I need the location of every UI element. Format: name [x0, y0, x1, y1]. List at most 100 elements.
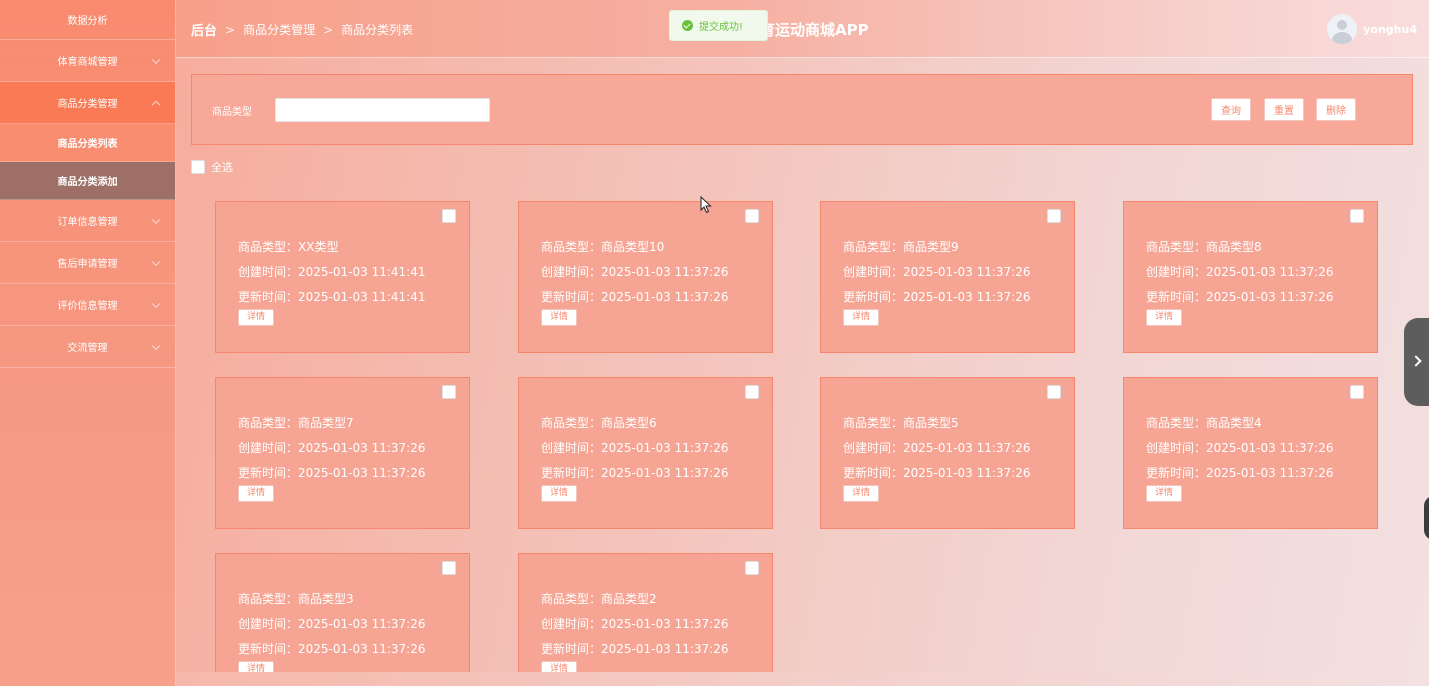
card-created-line: 创建时间：2025-01-03 11:37:26	[541, 263, 728, 280]
query-button[interactable]: 查询	[1211, 98, 1251, 121]
category-card: 商品类型：商品类型5 创建时间：2025-01-03 11:37:26 更新时间…	[820, 377, 1075, 529]
card-checkbox[interactable]	[1350, 209, 1364, 223]
card-checkbox[interactable]	[1047, 385, 1061, 399]
card-created-label: 创建时间：	[541, 441, 602, 455]
sidebar-item-label: 体育商城管理	[57, 57, 118, 68]
card-updated-line: 更新时间：2025-01-03 11:37:26	[541, 464, 728, 481]
card-type-line: 商品类型：商品类型6	[541, 414, 657, 431]
sidebar-item-label: 售后申请管理	[57, 259, 118, 270]
card-checkbox[interactable]	[1350, 385, 1364, 399]
detail-button[interactable]: 详情	[541, 309, 578, 326]
detail-button[interactable]: 详情	[1146, 309, 1183, 326]
card-checkbox[interactable]	[442, 209, 456, 223]
card-updated-label: 更新时间：	[1146, 290, 1207, 304]
card-type-value: 商品类型10	[601, 240, 665, 254]
card-created-label: 创建时间：	[541, 617, 602, 631]
select-all-checkbox[interactable]	[191, 160, 205, 174]
card-type-line: 商品类型：商品类型4	[1146, 414, 1262, 431]
card-type-value: 商品类型4	[1206, 416, 1262, 430]
header: 后台 > 商品分类管理 > 商品分类列表 育运动商城APP 提交成功! yong…	[176, 0, 1429, 58]
card-checkbox[interactable]	[745, 561, 759, 575]
edge-tab	[1424, 496, 1429, 540]
card-created-line: 创建时间：2025-01-03 11:37:26	[843, 439, 1030, 456]
card-checkbox[interactable]	[442, 561, 456, 575]
card-type-value: 商品类型8	[1206, 240, 1262, 254]
detail-button[interactable]: 详情	[843, 309, 880, 326]
card-updated-value: 2025-01-03 11:37:26	[1206, 290, 1334, 304]
breadcrumb-home[interactable]: 后台	[191, 20, 217, 39]
sidebar-subitem-category-add[interactable]: 商品分类添加	[0, 162, 175, 200]
breadcrumb-item[interactable]: 商品分类管理	[243, 21, 315, 38]
sidebar-item-label: 订单信息管理	[57, 217, 118, 228]
sidebar-item-data-analysis[interactable]: 数据分析	[0, 0, 175, 40]
card-created-value: 2025-01-03 11:37:26	[601, 441, 729, 455]
card-created-line: 创建时间：2025-01-03 11:37:26	[1146, 263, 1333, 280]
card-created-line: 创建时间：2025-01-03 11:37:26	[238, 615, 425, 632]
category-card: 商品类型：商品类型4 创建时间：2025-01-03 11:37:26 更新时间…	[1123, 377, 1378, 529]
side-panel-toggle[interactable]	[1404, 318, 1429, 406]
card-checkbox[interactable]	[1047, 209, 1061, 223]
delete-button[interactable]: 删除	[1316, 98, 1356, 121]
card-checkbox[interactable]	[745, 385, 759, 399]
sidebar-item-reviews[interactable]: 评价信息管理	[0, 284, 175, 326]
card-updated-label: 更新时间：	[541, 642, 602, 656]
card-created-value: 2025-01-03 11:37:26	[1206, 265, 1334, 279]
reset-button[interactable]: 重置	[1264, 98, 1304, 121]
success-check-icon	[682, 20, 693, 31]
sidebar-item-category-management[interactable]: 商品分类管理	[0, 82, 175, 124]
chevron-up-icon	[151, 100, 161, 109]
mouse-cursor-icon	[700, 196, 712, 214]
search-panel: 商品类型 查询 重置 删除	[191, 74, 1413, 145]
card-updated-value: 2025-01-03 11:37:26	[298, 642, 426, 656]
avatar[interactable]	[1327, 14, 1358, 44]
sidebar-subitem-category-list[interactable]: 商品分类列表	[0, 124, 175, 162]
card-updated-line: 更新时间：2025-01-03 11:37:26	[238, 640, 425, 657]
card-type-line: 商品类型：商品类型8	[1146, 238, 1262, 255]
sidebar-item-label: 评价信息管理	[57, 301, 118, 312]
card-updated-value: 2025-01-03 11:37:26	[601, 466, 729, 480]
card-type-label: 商品类型：	[1146, 416, 1207, 430]
card-type-line: 商品类型：商品类型10	[541, 238, 664, 255]
card-type-value: 商品类型9	[903, 240, 959, 254]
category-card: 商品类型：XX类型 创建时间：2025-01-03 11:41:41 更新时间：…	[215, 201, 470, 353]
card-created-line: 创建时间：2025-01-03 11:37:26	[843, 263, 1030, 280]
sidebar-item-sports-mall[interactable]: 体育商城管理	[0, 40, 175, 82]
viewport-bottom-edge	[176, 672, 1429, 686]
sidebar-item-orders[interactable]: 订单信息管理	[0, 200, 175, 242]
user-menu[interactable]: yonghu4	[1327, 14, 1417, 44]
breadcrumb: 后台 > 商品分类管理 > 商品分类列表	[191, 20, 413, 40]
card-updated-line: 更新时间：2025-01-03 11:37:26	[541, 640, 728, 657]
card-updated-label: 更新时间：	[238, 642, 299, 656]
select-all-label: 全选	[211, 161, 233, 174]
detail-button[interactable]: 详情	[1146, 485, 1183, 502]
detail-button[interactable]: 详情	[541, 485, 578, 502]
category-card: 商品类型：商品类型9 创建时间：2025-01-03 11:37:26 更新时间…	[820, 201, 1075, 353]
card-created-label: 创建时间：	[843, 265, 904, 279]
card-updated-label: 更新时间：	[843, 466, 904, 480]
card-checkbox[interactable]	[442, 385, 456, 399]
card-created-value: 2025-01-03 11:37:26	[903, 265, 1031, 279]
detail-button[interactable]: 详情	[238, 485, 275, 502]
sidebar-item-communication[interactable]: 交流管理	[0, 326, 175, 368]
select-all[interactable]: 全选	[191, 159, 233, 175]
sidebar: 数据分析 体育商城管理 商品分类管理 商品分类列表 商品分类添加 订单信息管理 …	[0, 0, 176, 686]
detail-button[interactable]: 详情	[843, 485, 880, 502]
card-updated-label: 更新时间：	[1146, 466, 1207, 480]
search-input[interactable]	[275, 98, 490, 122]
chevron-down-icon	[151, 257, 161, 266]
detail-button[interactable]: 详情	[238, 309, 275, 326]
sidebar-item-label: 商品分类管理	[57, 99, 118, 110]
card-type-value: 商品类型7	[298, 416, 354, 430]
card-updated-value: 2025-01-03 11:37:26	[903, 466, 1031, 480]
sidebar-item-after-sales[interactable]: 售后申请管理	[0, 242, 175, 284]
card-type-label: 商品类型：	[541, 416, 602, 430]
username[interactable]: yonghu4	[1363, 23, 1417, 36]
toast-message: 提交成功!	[699, 22, 744, 33]
card-created-label: 创建时间：	[238, 265, 299, 279]
card-created-line: 创建时间：2025-01-03 11:37:26	[238, 439, 425, 456]
card-type-label: 商品类型：	[1146, 240, 1207, 254]
card-created-value: 2025-01-03 11:37:26	[601, 265, 729, 279]
card-created-value: 2025-01-03 11:37:26	[903, 441, 1031, 455]
card-type-label: 商品类型：	[238, 240, 299, 254]
card-checkbox[interactable]	[745, 209, 759, 223]
